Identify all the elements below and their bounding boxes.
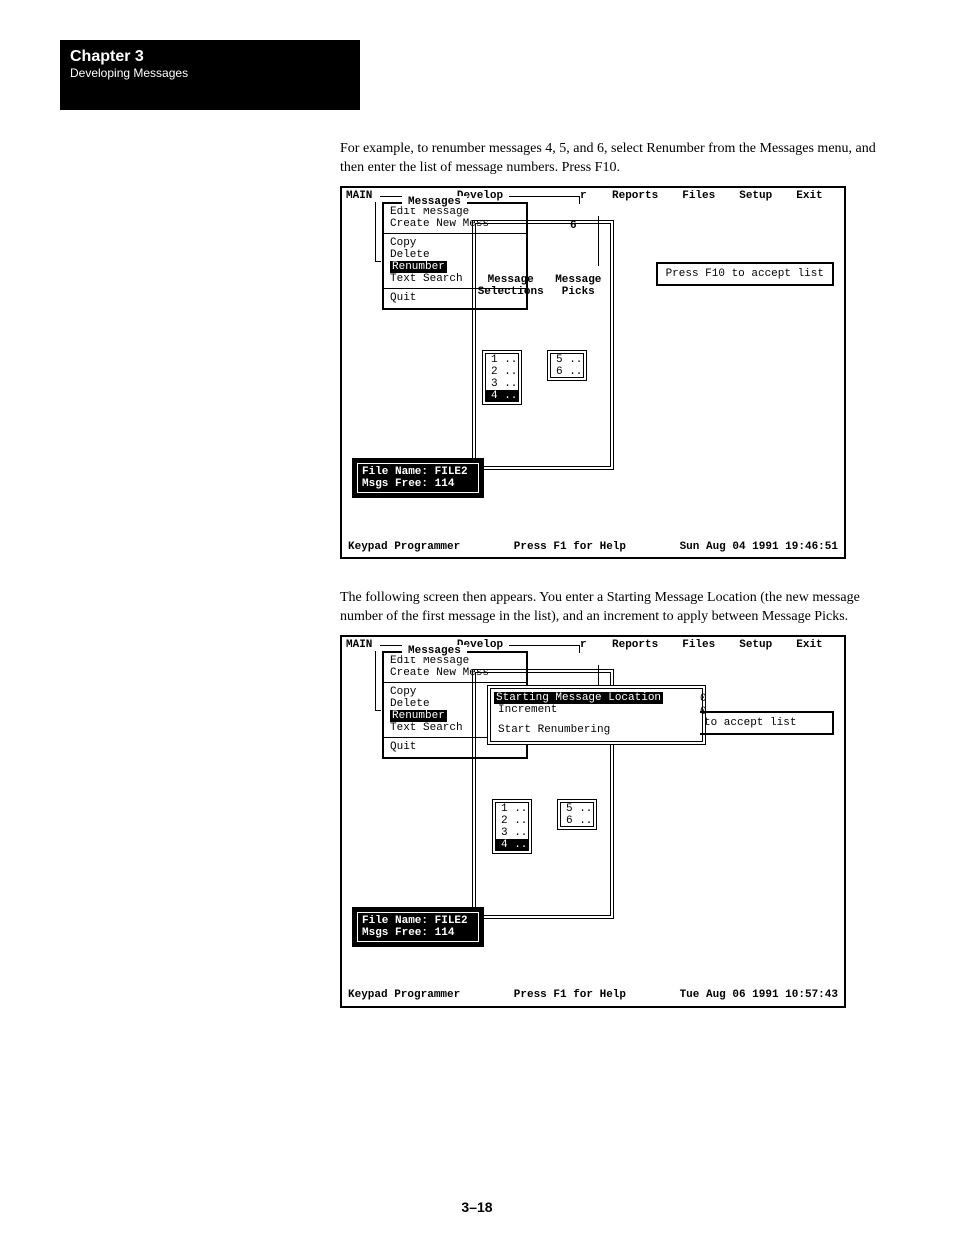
menu-r: r [580, 639, 600, 651]
status-timestamp: Tue Aug 06 1991 10:57:43 [680, 989, 838, 1001]
column-headers: Message Selections Message Picks [477, 274, 607, 298]
page-number: 3–18 [461, 1199, 492, 1215]
messages-item-renumber[interactable]: Renumber [390, 710, 447, 722]
pick-6[interactable]: 6 .. [561, 815, 593, 827]
selection-1[interactable]: 1 .. [496, 803, 528, 815]
message-selections-list[interactable]: 1 .. 2 .. 3 .. 4 .. [492, 799, 532, 854]
field-increment[interactable]: Increment [494, 704, 699, 716]
selection-4[interactable]: 4 .. [496, 839, 528, 851]
menu-r: r [580, 190, 600, 202]
messages-menu-title: Messages [402, 196, 467, 208]
status-timestamp: Sun Aug 04 1991 19:46:51 [680, 541, 838, 553]
status-left: Keypad Programmer [348, 541, 460, 553]
menu-setup[interactable]: Setup [727, 190, 784, 202]
message-picks-list[interactable]: 5 .. 6 .. [557, 799, 597, 830]
menu-main[interactable]: MAIN [346, 190, 380, 202]
col-head-selections: Message Selections [478, 274, 544, 298]
value-starting-location: 0 [700, 693, 707, 706]
field-starting-location[interactable]: Starting Message Location [494, 692, 663, 704]
pick-6[interactable]: 6 .. [551, 366, 583, 378]
col-head-picks: Message Picks [550, 274, 606, 298]
menu-files[interactable]: Files [670, 639, 727, 651]
selection-1[interactable]: 1 .. [486, 354, 518, 366]
menu-reports[interactable]: Reports [600, 639, 670, 651]
file-info-box: File Name: FILE2 Msgs Free: 114 [352, 907, 484, 947]
message-selections-list[interactable]: 1 .. 2 .. 3 .. 4 .. [482, 350, 522, 405]
menu-connector [375, 651, 376, 711]
menu-reports[interactable]: Reports [600, 190, 670, 202]
action-start-renumbering[interactable]: Start Renumbering [494, 724, 699, 736]
menu-files[interactable]: Files [670, 190, 727, 202]
accept-hint-partial: to accept list [700, 711, 834, 735]
messages-menu-title: Messages [402, 645, 467, 657]
chapter-label: Chapter 3 [70, 48, 350, 66]
screenshot-renumber-pick: MAIN Develop r Reports Files Setup Exit … [340, 186, 846, 559]
chapter-subtitle: Developing Messages [70, 66, 350, 80]
menu-connector [375, 202, 376, 262]
status-bar: Keypad Programmer Press F1 for Help Tue … [348, 989, 838, 1001]
selections-panel-outer [472, 220, 614, 470]
status-help: Press F1 for Help [514, 989, 626, 1001]
accept-hint: Press F10 to accept list [656, 262, 834, 286]
status-help: Press F1 for Help [514, 541, 626, 553]
renumber-params-panel: Starting Message Location Increment Star… [487, 685, 706, 745]
messages-item-renumber[interactable]: Renumber [390, 261, 447, 273]
chapter-header: Chapter 3 Developing Messages [60, 40, 360, 110]
menu-main[interactable]: MAIN [346, 639, 380, 651]
paragraph-1: For example, to renumber messages 4, 5, … [340, 140, 880, 178]
screenshot-renumber-params: MAIN Develop r Reports Files Setup Exit … [340, 635, 846, 1008]
selection-3[interactable]: 3 .. [496, 827, 528, 839]
paragraph-2: The following screen then appears. You e… [340, 589, 880, 627]
message-picks-list[interactable]: 5 .. 6 .. [547, 350, 587, 381]
msgs-free: 114 [435, 478, 455, 490]
pick-5[interactable]: 5 .. [551, 354, 583, 366]
menu-setup[interactable]: Setup [727, 639, 784, 651]
msgs-free: 114 [435, 927, 455, 939]
status-bar: Keypad Programmer Press F1 for Help Sun … [348, 541, 838, 553]
selection-2[interactable]: 2 .. [486, 366, 518, 378]
pick-5[interactable]: 5 .. [561, 803, 593, 815]
selection-2[interactable]: 2 .. [496, 815, 528, 827]
status-left: Keypad Programmer [348, 989, 460, 1001]
menu-exit[interactable]: Exit [784, 639, 834, 651]
selection-4[interactable]: 4 .. [486, 390, 518, 402]
file-name: FILE2 [435, 466, 468, 478]
file-info-box: File Name: FILE2 Msgs Free: 114 [352, 458, 484, 498]
selection-3[interactable]: 3 .. [486, 378, 518, 390]
file-name: FILE2 [435, 915, 468, 927]
menu-exit[interactable]: Exit [784, 190, 834, 202]
